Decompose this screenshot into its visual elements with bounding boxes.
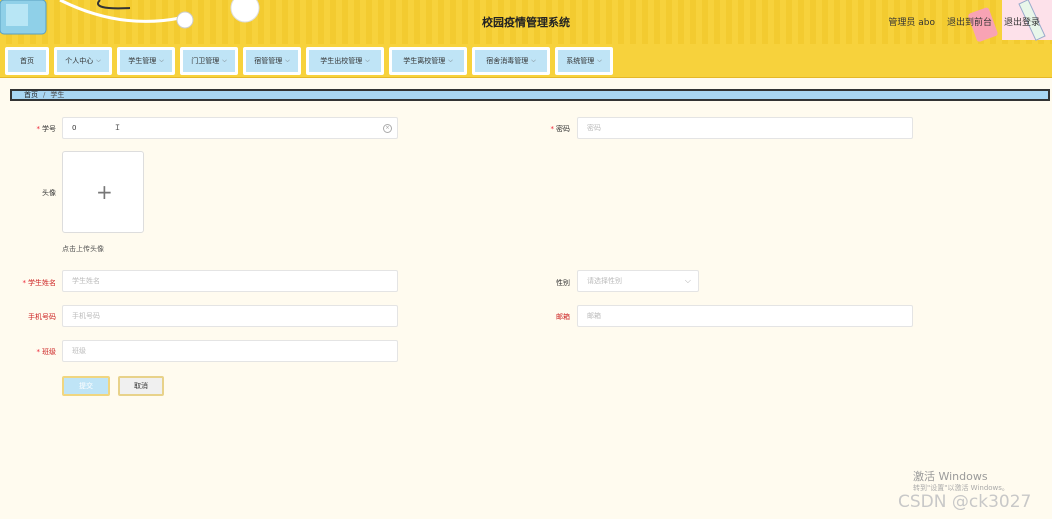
password-placeholder: 密码 [587, 124, 601, 132]
breadcrumb-current: 学生 [50, 91, 65, 99]
nav-item-label: 系统管理 [566, 57, 595, 65]
breadcrumb-separator: / [43, 91, 46, 99]
submit-button[interactable]: 提交 [62, 376, 110, 396]
nav-item-label: 门卫管理 [191, 57, 220, 65]
breadcrumb: 首页 / 学生 [10, 89, 1050, 101]
required-mark: * [36, 348, 41, 356]
cancel-button[interactable]: 取消 [118, 376, 164, 396]
class-input[interactable]: 班级 [62, 340, 398, 362]
chevron-down-icon: ⌵ [222, 57, 227, 64]
nav-item-student-exit[interactable]: 学生出校管理 ⌵ [306, 47, 384, 75]
nav-item-label: 宿舍消毒管理 [486, 57, 529, 65]
header-bar: 校园疫情管理系统 管理员 abo 退出到前台 退出登录 [0, 0, 1052, 45]
name-placeholder: 学生姓名 [72, 277, 100, 285]
class-label-text: 班级 [42, 348, 56, 356]
nav-item-dorm-disinfection[interactable]: 宿舍消毒管理 ⌵ [472, 47, 550, 75]
nav-item-personal[interactable]: 个人中心 ⌵ [54, 47, 112, 75]
logout-link[interactable]: 退出登录 [1004, 15, 1040, 28]
nav-item-label: 宿管管理 [254, 57, 283, 65]
clear-icon[interactable]: × [383, 124, 392, 133]
windows-activation-title: 激活 Windows [913, 470, 988, 483]
nav-item-label: 个人中心 [65, 57, 94, 65]
email-placeholder: 邮箱 [587, 312, 601, 320]
nav-item-students[interactable]: 学生管理 ⌵ [117, 47, 175, 75]
chevron-down-icon: ⌵ [597, 57, 602, 64]
nav-items: 首页 个人中心 ⌵ 学生管理 ⌵ 门卫管理 ⌵ 宿管管理 ⌵ 学生出校管理 ⌵ 学生离校管… [5, 47, 613, 75]
back-to-frontend-link[interactable]: 退出到前台 [947, 15, 992, 28]
avatar-label: 头像 [42, 189, 56, 197]
student-id-label-text: 学号 [42, 125, 56, 133]
nav-item-label: 首页 [20, 57, 34, 65]
required-mark: * [22, 279, 27, 287]
name-label-text: 学生姓名 [28, 279, 56, 287]
csdn-watermark: CSDN @ck3027 [898, 492, 1032, 512]
nav-item-system[interactable]: 系统管理 ⌵ [555, 47, 613, 75]
breadcrumb-home[interactable]: 首页 [24, 91, 38, 99]
phone-input[interactable]: 手机号码 [62, 305, 398, 327]
nav-item-home[interactable]: 首页 [5, 47, 49, 75]
nav-item-label: 学生离校管理 [403, 57, 446, 65]
student-id-label: * 学号 [20, 124, 57, 134]
chevron-down-icon: ⌵ [96, 57, 101, 64]
phone-placeholder: 手机号码 [72, 312, 100, 320]
required-mark: * [550, 125, 555, 133]
student-id-input[interactable]: 0 Ｉ × [62, 117, 398, 139]
gender-select[interactable]: 请选择性别 ⌵ [577, 270, 699, 292]
gender-label: 性别 [556, 279, 570, 287]
chevron-down-icon: ⌵ [448, 57, 453, 64]
chevron-down-icon: ⌵ [285, 57, 290, 64]
avatar-upload-hint: 点击上传头像 [62, 245, 104, 253]
main-nav: 首页 个人中心 ⌵ 学生管理 ⌵ 门卫管理 ⌵ 宿管管理 ⌵ 学生出校管理 ⌵ 学生离校管… [0, 44, 1052, 78]
nav-item-label: 学生出校管理 [320, 57, 363, 65]
class-label: * 班级 [20, 347, 57, 357]
nav-item-label: 学生管理 [128, 57, 157, 65]
header-links: 管理员 abo 退出到前台 退出登录 [888, 15, 1040, 28]
name-label: * 学生姓名 [10, 278, 57, 288]
password-input[interactable]: 密码 [577, 117, 913, 139]
email-input[interactable]: 邮箱 [577, 305, 913, 327]
phone-label: 手机号码 [28, 313, 56, 321]
password-label-text: 密码 [556, 125, 570, 133]
email-label: 邮箱 [556, 313, 570, 321]
avatar-upload[interactable]: + [62, 151, 144, 233]
chevron-down-icon: ⌵ [684, 276, 691, 285]
nav-item-guards[interactable]: 门卫管理 ⌵ [180, 47, 238, 75]
chevron-down-icon: ⌵ [531, 57, 536, 64]
plus-icon: + [96, 180, 113, 204]
chevron-down-icon: ⌵ [365, 57, 370, 64]
student-id-value: 0 [72, 124, 77, 132]
class-placeholder: 班级 [72, 347, 86, 355]
name-input[interactable]: 学生姓名 [62, 270, 398, 292]
text-cursor-icon: Ｉ [114, 124, 121, 132]
nav-item-dorm-managers[interactable]: 宿管管理 ⌵ [243, 47, 301, 75]
required-mark: * [36, 125, 41, 133]
user-label: 管理员 abo [888, 18, 935, 28]
nav-item-student-leave[interactable]: 学生离校管理 ⌵ [389, 47, 467, 75]
chevron-down-icon: ⌵ [159, 57, 164, 64]
password-label: * 密码 [536, 124, 571, 134]
gender-placeholder: 请选择性别 [587, 277, 622, 285]
